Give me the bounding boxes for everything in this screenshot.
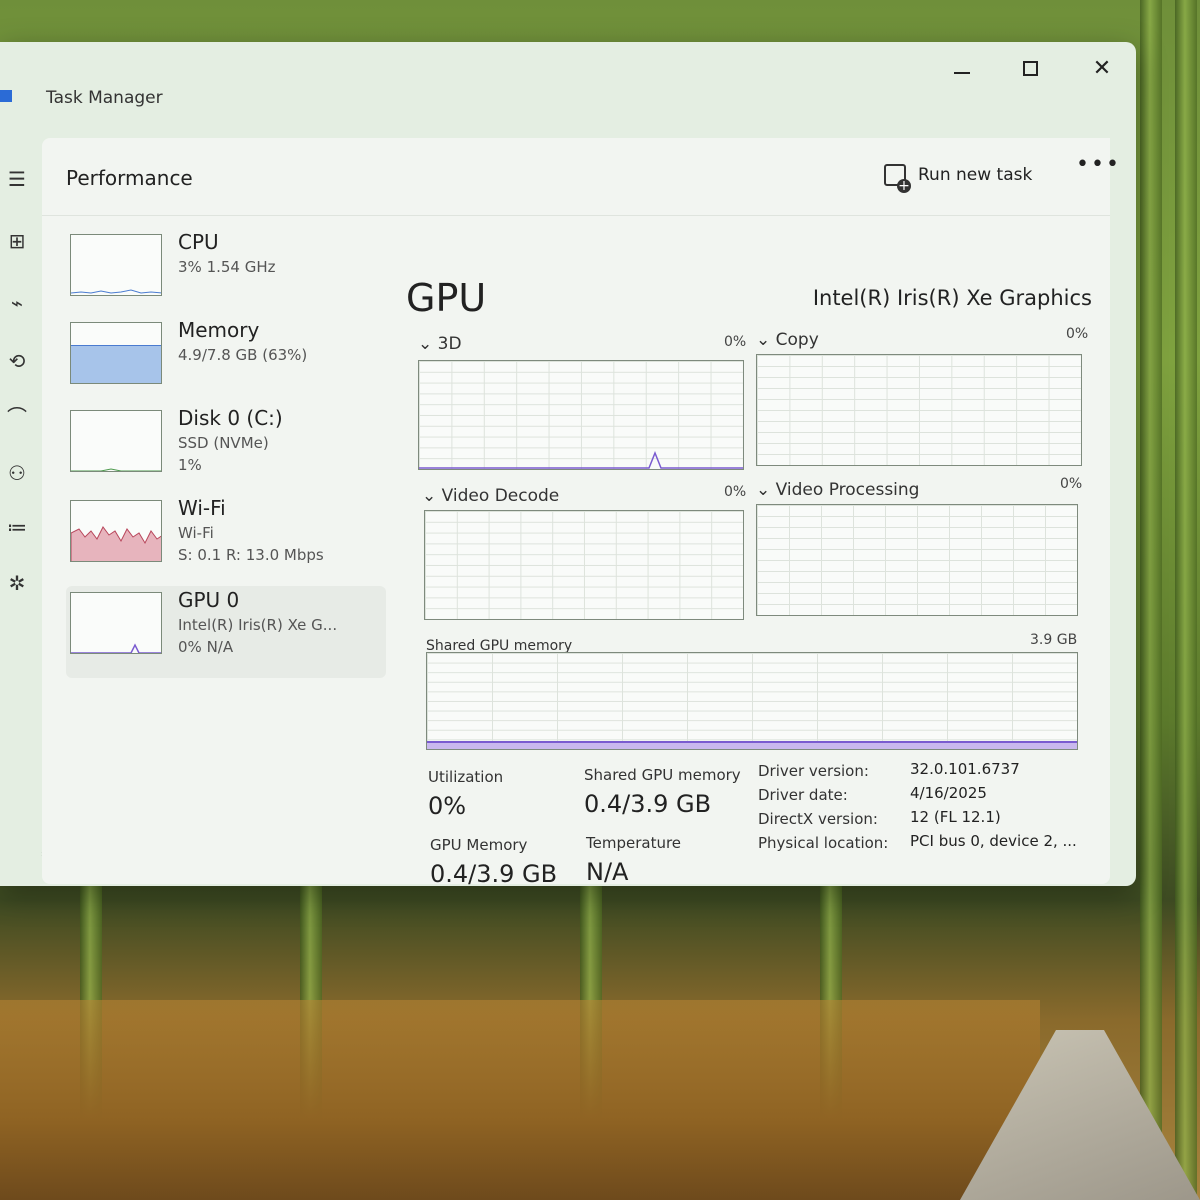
engine-label: 3D: [437, 334, 462, 354]
disk-thumbnail-graph: [70, 410, 162, 472]
chevron-down-icon: ⌄: [422, 486, 442, 506]
device-name: Memory: [178, 318, 260, 342]
cpu-sparkline: [71, 289, 161, 294]
physical-location-label: Physical location:: [758, 834, 889, 852]
device-detail: Intel(R) Iris(R) Xe G...: [178, 616, 338, 634]
engine-selector-copy[interactable]: ⌄ Copy: [756, 330, 819, 350]
device-detail-2: 0% N/A: [178, 638, 234, 656]
device-name: Disk 0 (C:): [178, 406, 283, 430]
shared-memory-max: 3.9 GB: [1030, 632, 1078, 648]
engine-percent: 0%: [1060, 476, 1083, 492]
gpu-thumbnail-graph: [70, 592, 162, 654]
utilization-value: 0%: [428, 792, 467, 820]
engine-label: Video Processing: [775, 480, 920, 500]
directx-version-label: DirectX version:: [758, 810, 878, 828]
temperature-value: N/A: [586, 858, 629, 886]
shared-memory-label: Shared GPU memory: [584, 766, 741, 784]
device-detail-2: S: 0.1 R: 13.0 Mbps: [178, 546, 324, 564]
gpu-sparkline: [71, 643, 161, 653]
engine-label: Copy: [775, 330, 819, 350]
users-icon[interactable]: ⚇: [4, 460, 30, 486]
engine-graph-video-decode: [424, 510, 744, 620]
services-icon[interactable]: ✲: [4, 570, 30, 596]
gpu-model-name: Intel(R) Iris(R) Xe Graphics: [812, 286, 1092, 310]
page-title: Performance: [66, 166, 193, 190]
task-manager-window: Task Manager ✕ ☰ ⊞ ⌁ ⟲ ⌒ ⚇ ≔ ✲ ⚙ Perform…: [0, 42, 1136, 888]
maximize-button[interactable]: [1002, 50, 1058, 86]
engine-percent: 0%: [1066, 326, 1089, 342]
cpu-thumbnail-graph: [70, 234, 162, 296]
title-bar[interactable]: Task Manager ✕: [0, 42, 1136, 138]
device-detail-2: 1%: [178, 456, 202, 474]
engine-graph-copy: [756, 354, 1082, 466]
device-list: CPU 3% 1.54 GHz Memory 4.9/7.8 GB (63%) …: [42, 228, 386, 828]
run-task-icon: [884, 164, 911, 193]
device-detail: 3% 1.54 GHz: [178, 258, 276, 276]
startup-apps-icon[interactable]: ⌒: [4, 402, 30, 429]
gpu-title: GPU: [406, 276, 487, 320]
close-icon: ✕: [1092, 55, 1112, 81]
wifi-thumbnail-graph: [70, 500, 162, 562]
disk-sparkline: [71, 468, 161, 471]
engine-label: Video Decode: [441, 486, 560, 506]
app-history-icon[interactable]: ⟲: [4, 348, 30, 374]
minimize-icon: [954, 72, 970, 74]
run-new-task-button[interactable]: Run new task: [884, 158, 1033, 193]
maximize-icon: [1022, 60, 1038, 76]
directx-version-value: 12 (FL 12.1): [910, 808, 1001, 826]
temperature-label: Temperature: [586, 834, 682, 852]
page-header: Performance Run new task •••: [42, 138, 1119, 216]
engine-percent: 0%: [724, 334, 747, 350]
gpu-detail-panel: GPU Intel(R) Iris(R) Xe Graphics ⌄ 3D 0%…: [406, 276, 1106, 888]
device-detail: SSD (NVMe): [178, 434, 269, 452]
run-new-task-label: Run new task: [918, 165, 1033, 185]
minimize-button[interactable]: [934, 50, 990, 86]
hamburger-menu-icon[interactable]: ☰: [4, 166, 30, 192]
gpu-memory-value: 0.4/3.9 GB: [430, 860, 558, 888]
device-detail: Wi-Fi: [178, 524, 214, 542]
device-item-memory[interactable]: Memory 4.9/7.8 GB (63%): [66, 316, 386, 408]
close-button[interactable]: ✕: [1074, 50, 1130, 86]
processes-icon[interactable]: ⊞: [4, 228, 30, 254]
shared-memory-fill: [427, 741, 1077, 749]
device-detail: 4.9/7.8 GB (63%): [178, 346, 308, 364]
device-item-disk[interactable]: Disk 0 (C:) SSD (NVMe) 1%: [66, 404, 386, 496]
physical-location-value: PCI bus 0, device 2, ...: [910, 832, 1077, 850]
graph-3d-line: [419, 450, 743, 469]
driver-version-label: Driver version:: [758, 762, 869, 780]
engine-graph-video-processing: [756, 504, 1078, 616]
shared-memory-graph: [426, 652, 1078, 750]
memory-thumbnail-graph: [70, 322, 162, 384]
device-name: GPU 0: [178, 588, 240, 612]
device-item-cpu[interactable]: CPU 3% 1.54 GHz: [66, 228, 386, 320]
device-item-gpu[interactable]: GPU 0 Intel(R) Iris(R) Xe G... 0% N/A: [66, 586, 386, 678]
device-name: CPU: [178, 230, 219, 254]
memory-usage-fill: [71, 345, 161, 383]
utilization-label: Utilization: [428, 768, 504, 786]
chevron-down-icon: ⌄: [418, 334, 438, 354]
window-title: Task Manager: [46, 88, 163, 108]
performance-page: Performance Run new task ••• CPU 3% 1.54…: [42, 138, 1119, 888]
engine-selector-3d[interactable]: ⌄ 3D: [418, 334, 462, 354]
engine-selector-video-processing[interactable]: ⌄ Video Processing: [756, 480, 919, 500]
driver-date-value: 4/16/2025: [910, 784, 987, 802]
device-item-wifi[interactable]: Wi-Fi Wi-Fi S: 0.1 R: 13.0 Mbps: [66, 494, 386, 586]
shared-memory-value: 0.4/3.9 GB: [584, 790, 712, 818]
task-manager-app-icon: [0, 90, 12, 102]
driver-version-value: 32.0.101.6737: [910, 760, 1020, 778]
engine-percent: 0%: [724, 484, 747, 500]
wifi-sparkline: [71, 526, 161, 561]
device-name: Wi-Fi: [178, 496, 226, 520]
gpu-memory-label: GPU Memory: [430, 836, 528, 854]
chevron-down-icon: ⌄: [756, 480, 776, 500]
driver-date-label: Driver date:: [758, 786, 848, 804]
chevron-down-icon: ⌄: [756, 330, 776, 350]
navigation-rail: ☰ ⊞ ⌁ ⟲ ⌒ ⚇ ≔ ✲: [0, 152, 42, 886]
performance-icon[interactable]: ⌁: [4, 290, 30, 316]
details-icon[interactable]: ≔: [4, 514, 30, 540]
engine-selector-video-decode[interactable]: ⌄ Video Decode: [422, 486, 559, 506]
engine-graph-3d: [418, 360, 744, 470]
more-options-button[interactable]: •••: [1076, 152, 1121, 177]
